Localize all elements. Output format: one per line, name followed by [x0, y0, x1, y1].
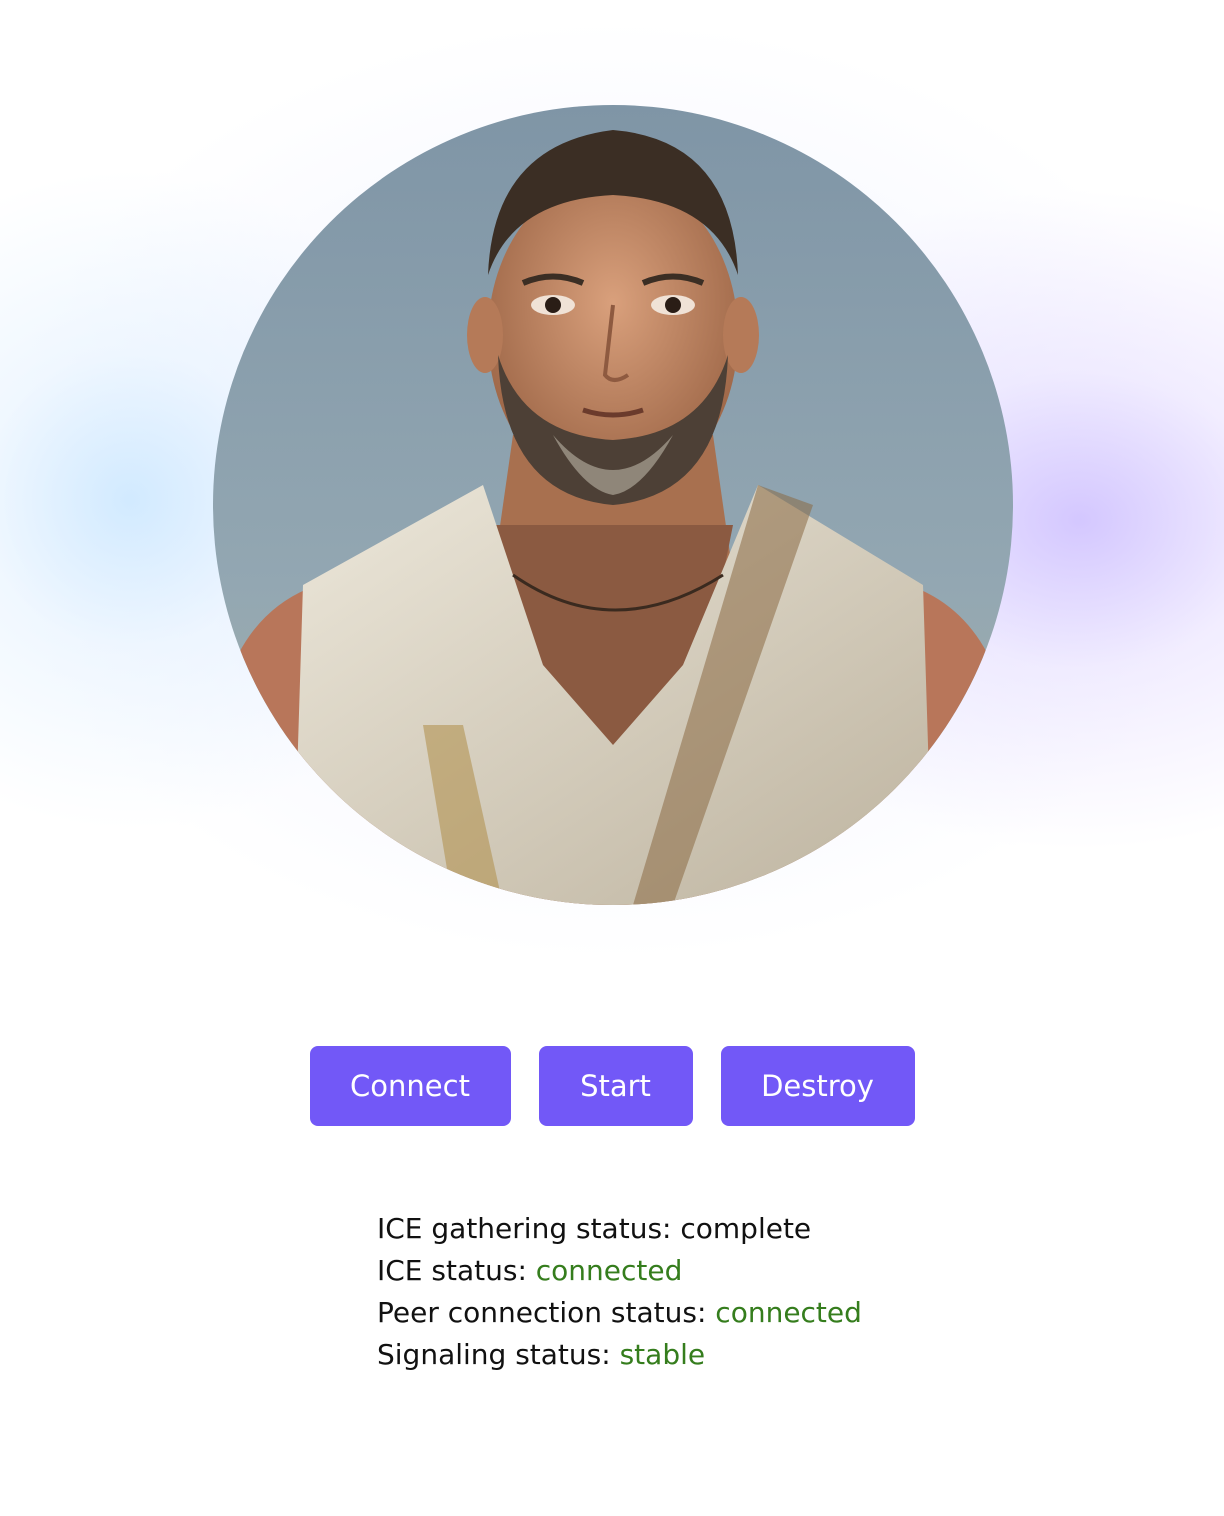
connect-button[interactable]: Connect [309, 1046, 511, 1126]
peer-connection-status-value: connected [715, 1296, 862, 1329]
signaling-status-label: Signaling status: [377, 1338, 620, 1371]
ice-gathering-status: ICE gathering status: complete [377, 1208, 862, 1250]
ice-status: ICE status: connected [377, 1250, 862, 1292]
ice-status-label: ICE status: [377, 1254, 536, 1287]
avatar-image [213, 105, 1013, 905]
control-buttons: Connect Start Destroy [0, 1046, 1224, 1126]
ice-gathering-status-value: complete [680, 1212, 812, 1245]
ice-gathering-status-label: ICE gathering status: [377, 1212, 681, 1245]
peer-connection-status-label: Peer connection status: [377, 1296, 716, 1329]
connection-status-panel: ICE gathering status: complete ICE statu… [377, 1208, 862, 1376]
avatar-video [213, 105, 1013, 905]
ice-status-value: connected [535, 1254, 683, 1287]
destroy-button[interactable]: Destroy [720, 1046, 915, 1126]
signaling-status-value: stable [619, 1338, 706, 1371]
start-button[interactable]: Start [538, 1046, 693, 1126]
signaling-status: Signaling status: stable [377, 1334, 862, 1376]
peer-connection-status: Peer connection status: connected [377, 1292, 862, 1334]
